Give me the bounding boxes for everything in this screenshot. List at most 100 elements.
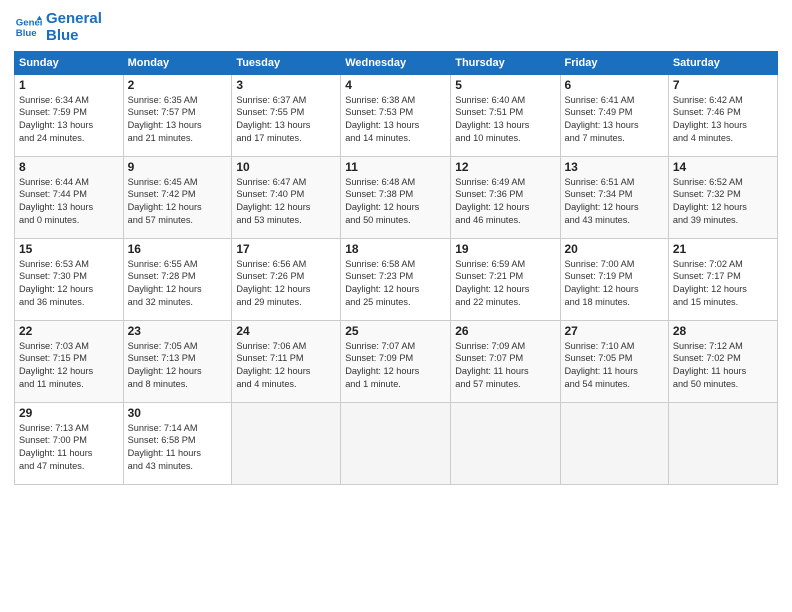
day-number: 28	[673, 324, 773, 338]
day-info: Sunrise: 7:14 AM Sunset: 6:58 PM Dayligh…	[128, 422, 228, 474]
day-cell	[560, 402, 668, 484]
day-info: Sunrise: 6:42 AM Sunset: 7:46 PM Dayligh…	[673, 94, 773, 146]
day-info: Sunrise: 7:13 AM Sunset: 7:00 PM Dayligh…	[19, 422, 119, 474]
day-info: Sunrise: 7:06 AM Sunset: 7:11 PM Dayligh…	[236, 340, 336, 392]
day-cell	[341, 402, 451, 484]
logo-general: General	[46, 10, 102, 27]
day-info: Sunrise: 6:38 AM Sunset: 7:53 PM Dayligh…	[345, 94, 446, 146]
day-cell: 25 Sunrise: 7:07 AM Sunset: 7:09 PM Dayli…	[341, 320, 451, 402]
day-info: Sunrise: 6:37 AM Sunset: 7:55 PM Dayligh…	[236, 94, 336, 146]
day-number: 19	[455, 242, 555, 256]
col-header-wednesday: Wednesday	[341, 51, 451, 74]
day-info: Sunrise: 6:51 AM Sunset: 7:34 PM Dayligh…	[565, 176, 664, 228]
day-info: Sunrise: 6:52 AM Sunset: 7:32 PM Dayligh…	[673, 176, 773, 228]
day-number: 13	[565, 160, 664, 174]
day-number: 14	[673, 160, 773, 174]
day-info: Sunrise: 6:40 AM Sunset: 7:51 PM Dayligh…	[455, 94, 555, 146]
day-info: Sunrise: 7:03 AM Sunset: 7:15 PM Dayligh…	[19, 340, 119, 392]
day-number: 22	[19, 324, 119, 338]
header: General Blue General Blue	[14, 10, 778, 45]
col-header-tuesday: Tuesday	[232, 51, 341, 74]
day-cell: 7Sunrise: 6:42 AM Sunset: 7:46 PM Daylig…	[668, 74, 777, 156]
day-number: 23	[128, 324, 228, 338]
day-cell: 18 Sunrise: 6:58 AM Sunset: 7:23 PM Dayli…	[341, 238, 451, 320]
day-info: Sunrise: 7:05 AM Sunset: 7:13 PM Dayligh…	[128, 340, 228, 392]
day-info: Sunrise: 7:07 AM Sunset: 7:09 PM Dayligh…	[345, 340, 446, 392]
day-cell: 26 Sunrise: 7:09 AM Sunset: 7:07 PM Dayli…	[451, 320, 560, 402]
day-cell	[232, 402, 341, 484]
col-header-saturday: Saturday	[668, 51, 777, 74]
day-number: 2	[128, 78, 228, 92]
day-info: Sunrise: 6:49 AM Sunset: 7:36 PM Dayligh…	[455, 176, 555, 228]
col-header-monday: Monday	[123, 51, 232, 74]
day-cell: 4 Sunrise: 6:38 AM Sunset: 7:53 PM Daylig…	[341, 74, 451, 156]
day-info: Sunrise: 6:47 AM Sunset: 7:40 PM Dayligh…	[236, 176, 336, 228]
logo: General Blue General Blue	[14, 10, 102, 45]
day-number: 17	[236, 242, 336, 256]
col-header-thursday: Thursday	[451, 51, 560, 74]
day-cell: 12 Sunrise: 6:49 AM Sunset: 7:36 PM Dayli…	[451, 156, 560, 238]
page-container: General Blue General Blue SundayMondayTu…	[0, 0, 792, 612]
day-cell: 9Sunrise: 6:45 AM Sunset: 7:42 PM Daylig…	[123, 156, 232, 238]
day-number: 12	[455, 160, 555, 174]
calendar: SundayMondayTuesdayWednesdayThursdayFrid…	[14, 51, 778, 485]
week-row-3: 15 Sunrise: 6:53 AM Sunset: 7:30 PM Dayli…	[15, 238, 778, 320]
day-cell: 24 Sunrise: 7:06 AM Sunset: 7:11 PM Dayli…	[232, 320, 341, 402]
svg-text:Blue: Blue	[16, 28, 37, 39]
day-info: Sunrise: 7:10 AM Sunset: 7:05 PM Dayligh…	[565, 340, 664, 392]
day-number: 27	[565, 324, 664, 338]
day-number: 30	[128, 406, 228, 420]
day-number: 1	[19, 78, 119, 92]
day-info: Sunrise: 6:55 AM Sunset: 7:28 PM Dayligh…	[128, 258, 228, 310]
day-number: 25	[345, 324, 446, 338]
day-info: Sunrise: 7:00 AM Sunset: 7:19 PM Dayligh…	[565, 258, 664, 310]
day-cell: 1Sunrise: 6:34 AM Sunset: 7:59 PM Daylig…	[15, 74, 124, 156]
day-cell: 6 Sunrise: 6:41 AM Sunset: 7:49 PM Daylig…	[560, 74, 668, 156]
day-number: 29	[19, 406, 119, 420]
day-cell: 23 Sunrise: 7:05 AM Sunset: 7:13 PM Dayli…	[123, 320, 232, 402]
day-info: Sunrise: 6:35 AM Sunset: 7:57 PM Dayligh…	[128, 94, 228, 146]
day-cell: 16Sunrise: 6:55 AM Sunset: 7:28 PM Dayli…	[123, 238, 232, 320]
day-cell: 2 Sunrise: 6:35 AM Sunset: 7:57 PM Daylig…	[123, 74, 232, 156]
day-cell: 3 Sunrise: 6:37 AM Sunset: 7:55 PM Daylig…	[232, 74, 341, 156]
day-cell: 14 Sunrise: 6:52 AM Sunset: 7:32 PM Dayli…	[668, 156, 777, 238]
day-number: 24	[236, 324, 336, 338]
day-number: 5	[455, 78, 555, 92]
day-info: Sunrise: 6:53 AM Sunset: 7:30 PM Dayligh…	[19, 258, 119, 310]
day-cell: 19 Sunrise: 6:59 AM Sunset: 7:21 PM Dayli…	[451, 238, 560, 320]
day-info: Sunrise: 7:12 AM Sunset: 7:02 PM Dayligh…	[673, 340, 773, 392]
day-number: 18	[345, 242, 446, 256]
day-info: Sunrise: 6:58 AM Sunset: 7:23 PM Dayligh…	[345, 258, 446, 310]
col-header-friday: Friday	[560, 51, 668, 74]
day-info: Sunrise: 6:41 AM Sunset: 7:49 PM Dayligh…	[565, 94, 664, 146]
day-cell: 17 Sunrise: 6:56 AM Sunset: 7:26 PM Dayli…	[232, 238, 341, 320]
week-row-2: 8Sunrise: 6:44 AM Sunset: 7:44 PM Daylig…	[15, 156, 778, 238]
day-cell: 10 Sunrise: 6:47 AM Sunset: 7:40 PM Dayli…	[232, 156, 341, 238]
day-cell: 22 Sunrise: 7:03 AM Sunset: 7:15 PM Dayli…	[15, 320, 124, 402]
day-cell: 28 Sunrise: 7:12 AM Sunset: 7:02 PM Dayli…	[668, 320, 777, 402]
day-cell: 13 Sunrise: 6:51 AM Sunset: 7:34 PM Dayli…	[560, 156, 668, 238]
logo-icon: General Blue	[14, 13, 42, 41]
day-info: Sunrise: 6:44 AM Sunset: 7:44 PM Dayligh…	[19, 176, 119, 228]
calendar-header-row: SundayMondayTuesdayWednesdayThursdayFrid…	[15, 51, 778, 74]
day-info: Sunrise: 6:59 AM Sunset: 7:21 PM Dayligh…	[455, 258, 555, 310]
day-cell	[668, 402, 777, 484]
day-cell: 5 Sunrise: 6:40 AM Sunset: 7:51 PM Daylig…	[451, 74, 560, 156]
day-info: Sunrise: 6:56 AM Sunset: 7:26 PM Dayligh…	[236, 258, 336, 310]
day-number: 11	[345, 160, 446, 174]
day-cell: 8Sunrise: 6:44 AM Sunset: 7:44 PM Daylig…	[15, 156, 124, 238]
day-number: 10	[236, 160, 336, 174]
day-info: Sunrise: 6:48 AM Sunset: 7:38 PM Dayligh…	[345, 176, 446, 228]
day-info: Sunrise: 7:09 AM Sunset: 7:07 PM Dayligh…	[455, 340, 555, 392]
day-cell: 30 Sunrise: 7:14 AM Sunset: 6:58 PM Dayli…	[123, 402, 232, 484]
day-number: 3	[236, 78, 336, 92]
day-cell: 15 Sunrise: 6:53 AM Sunset: 7:30 PM Dayli…	[15, 238, 124, 320]
day-number: 26	[455, 324, 555, 338]
day-number: 4	[345, 78, 446, 92]
day-number: 6	[565, 78, 664, 92]
day-number: 15	[19, 242, 119, 256]
week-row-5: 29 Sunrise: 7:13 AM Sunset: 7:00 PM Dayli…	[15, 402, 778, 484]
day-number: 20	[565, 242, 664, 256]
week-row-1: 1Sunrise: 6:34 AM Sunset: 7:59 PM Daylig…	[15, 74, 778, 156]
logo-blue: Blue	[46, 27, 102, 44]
